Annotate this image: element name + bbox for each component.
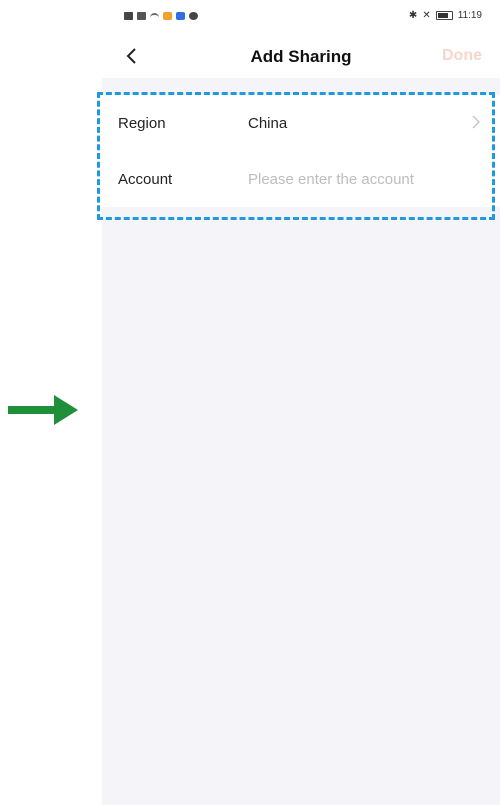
- region-label: Region: [118, 114, 166, 132]
- status-time: 11:19: [457, 10, 482, 21]
- status-icons-left: [124, 12, 198, 20]
- sim-icon: [124, 12, 133, 20]
- status-bar: ✱ ✕ 11:19: [102, 0, 500, 38]
- region-row[interactable]: Region China: [102, 95, 500, 151]
- arrow-right-icon: [8, 395, 78, 425]
- account-input[interactable]: [248, 170, 468, 188]
- wifi-icon: [150, 12, 159, 20]
- region-value: China: [248, 114, 288, 132]
- screenshot-page: ✱ ✕ 11:19 Add Sharing Done Region China: [0, 0, 500, 805]
- phone-screen: ✱ ✕ 11:19 Add Sharing Done Region China: [102, 0, 500, 805]
- signal-icon: [137, 12, 146, 20]
- message-notification-icon: [176, 12, 185, 20]
- account-row: Account: [102, 151, 500, 207]
- chevron-right-icon: [472, 115, 480, 129]
- battery-icon: [435, 11, 453, 20]
- vibrate-icon: ✕: [422, 10, 431, 21]
- chat-icon: [189, 12, 198, 20]
- done-button[interactable]: Done: [442, 47, 482, 65]
- status-icons-right: ✱ ✕ 11:19: [409, 10, 482, 21]
- nav-bar: Add Sharing Done: [102, 38, 500, 78]
- page-title: Add Sharing: [250, 47, 352, 66]
- bluetooth-icon: ✱: [408, 10, 418, 21]
- app-notification-icon: [163, 12, 172, 20]
- account-label: Account: [118, 170, 173, 188]
- sharing-form: Region China Account: [102, 95, 500, 207]
